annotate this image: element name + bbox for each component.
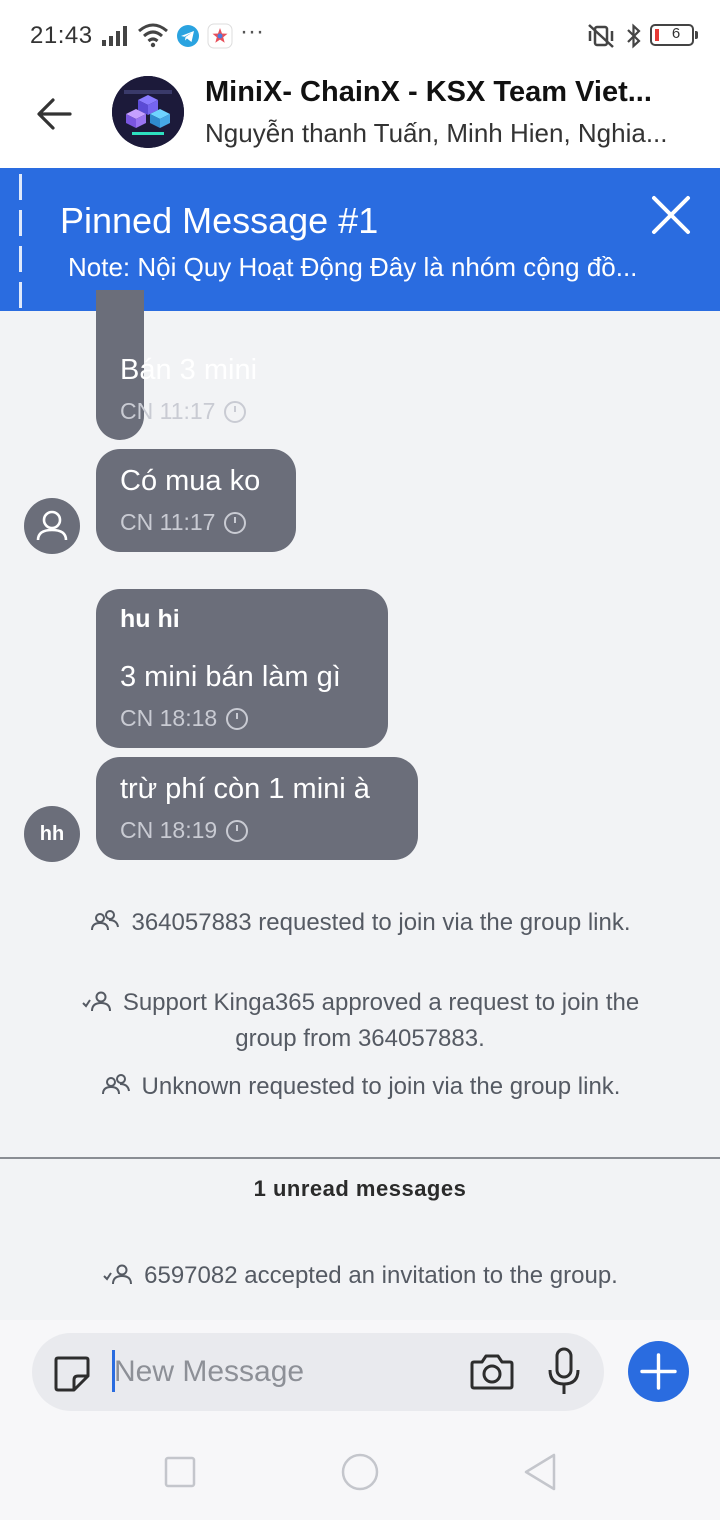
avatar[interactable]: hh xyxy=(24,806,80,862)
arrow-left-icon[interactable] xyxy=(30,88,82,140)
group-join-icon xyxy=(101,1074,130,1095)
message-input[interactable] xyxy=(114,1352,454,1392)
system-message: Support Kinga365 approved a request to j… xyxy=(60,985,660,1057)
message-bubble[interactable]: hu hi 3 mini bán làm gì CN 18:18 xyxy=(96,589,388,748)
message-text: Bán 3 mini xyxy=(120,354,258,386)
recents-square-icon[interactable] xyxy=(164,1452,196,1492)
message-meta: CN 18:18 xyxy=(120,705,249,732)
battery-tip xyxy=(695,31,698,39)
signal-icon xyxy=(102,26,127,46)
message-bubble[interactable]: trừ phí còn 1 mini à CN 18:19 xyxy=(96,757,418,860)
system-message-text: Support Kinga365 approved a request to j… xyxy=(122,989,640,1052)
clock-icon xyxy=(224,511,247,534)
status-bar: 21:43 ··· 6 xyxy=(0,0,720,70)
sticker-icon[interactable] xyxy=(50,1352,94,1396)
status-overflow: ··· xyxy=(240,18,264,45)
message-text: trừ phí còn 1 mini à xyxy=(120,773,370,805)
microphone-icon[interactable] xyxy=(544,1346,584,1398)
group-avatar-image xyxy=(112,76,184,148)
vibrate-mute-icon xyxy=(588,24,614,48)
clock-icon xyxy=(224,400,247,423)
group-title[interactable]: MiniX- ChainX - KSX Team Viet... xyxy=(205,76,685,109)
chat-screen: 21:43 ··· 6 MiniX- ChainX - KSX Team Vie… xyxy=(0,0,720,1520)
bluetooth-icon xyxy=(627,23,641,49)
avatar[interactable] xyxy=(24,498,80,554)
system-message-text: 364057883 requested to join via the grou… xyxy=(131,909,631,936)
message-text: 3 mini bán làm gì xyxy=(120,661,341,693)
system-message-text: 6597082 accepted an invitation to the gr… xyxy=(144,1262,618,1289)
message-bubble[interactable]: 7147793485 Bán 3 mini CN 11:17 xyxy=(96,290,257,440)
message-sender: hu hi xyxy=(120,605,180,633)
approved-user-icon xyxy=(103,1264,133,1285)
unread-label: 1 unread messages xyxy=(253,1176,467,1201)
star-app-icon xyxy=(207,23,233,49)
wifi-icon xyxy=(138,23,168,48)
system-message: 364057883 requested to join via the grou… xyxy=(60,905,660,941)
group-members[interactable]: Nguyễn thanh Tuấn, Minh Hien, Nghia... xyxy=(205,118,690,149)
system-message: Unknown requested to join via the group … xyxy=(60,1069,660,1105)
group-avatar[interactable] xyxy=(112,76,184,148)
battery-icon: 6 xyxy=(650,24,698,46)
pinned-note: Note: Nội Quy Hoạt Động Đây là nhóm cộng… xyxy=(68,252,638,282)
pinned-title: Pinned Message #1 xyxy=(60,200,379,241)
camera-icon[interactable] xyxy=(468,1348,516,1396)
pinned-indicator xyxy=(19,174,23,308)
unread-divider xyxy=(0,1157,720,1159)
clock-icon xyxy=(226,707,249,730)
system-message: 6597082 accepted an invitation to the gr… xyxy=(60,1258,660,1294)
system-message-text: Unknown requested to join via the group … xyxy=(141,1073,621,1100)
clock-icon xyxy=(226,819,249,842)
status-time: 21:43 xyxy=(30,22,93,49)
plus-icon xyxy=(640,1353,677,1390)
battery-level: 6 xyxy=(671,25,681,42)
home-circle-icon[interactable] xyxy=(340,1452,380,1492)
battery-level-fill xyxy=(655,29,659,41)
message-text: Có mua ko xyxy=(120,465,261,497)
group-join-icon xyxy=(91,910,120,931)
close-icon[interactable] xyxy=(648,192,694,238)
message-meta: CN 11:17 xyxy=(120,398,247,425)
message-time: CN 11:17 xyxy=(120,398,216,424)
add-button[interactable] xyxy=(628,1341,689,1402)
back-triangle-icon[interactable] xyxy=(522,1452,558,1492)
message-meta: CN 18:19 xyxy=(120,817,249,844)
avatar-initials: hh xyxy=(39,822,65,845)
message-bubble[interactable]: Có mua ko CN 11:17 xyxy=(96,449,296,552)
message-time: CN 11:17 xyxy=(120,509,216,535)
chat-header: MiniX- ChainX - KSX Team Viet... Nguyễn … xyxy=(0,70,720,168)
message-time: CN 18:18 xyxy=(120,705,218,731)
message-time: CN 18:19 xyxy=(120,817,218,843)
approved-user-icon xyxy=(82,991,111,1012)
user-icon xyxy=(36,510,68,541)
message-meta: CN 11:17 xyxy=(120,509,247,536)
telegram-icon xyxy=(177,25,199,47)
